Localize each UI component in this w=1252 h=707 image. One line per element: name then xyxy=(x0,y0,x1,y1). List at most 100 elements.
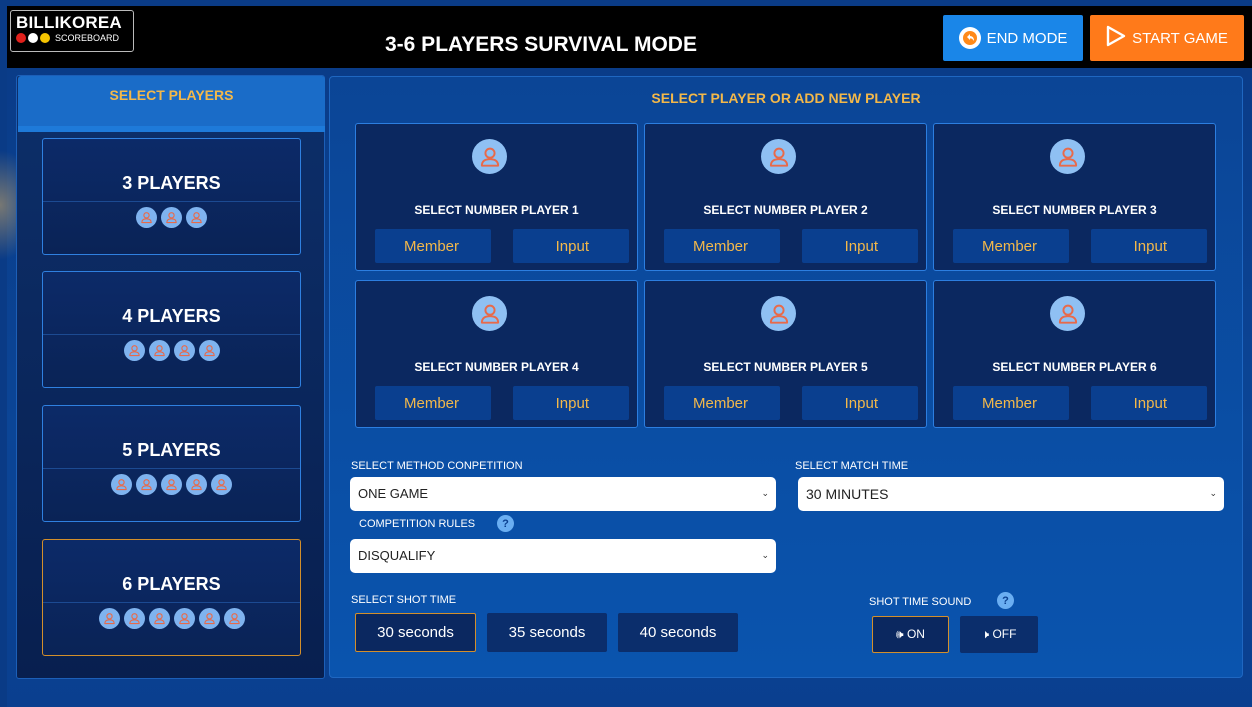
shot-time-35-button[interactable]: 35 seconds xyxy=(487,613,607,652)
member-button[interactable]: Member xyxy=(664,229,780,263)
player-count-title: SELECT PLAYERS xyxy=(109,87,234,103)
user-avatar-icon[interactable] xyxy=(761,139,796,174)
shot-time-40-button[interactable]: 40 seconds xyxy=(618,613,738,652)
player-mini-icon xyxy=(148,608,170,629)
player-mini-icon xyxy=(186,474,207,495)
page-title: 3-6 PLAYERS SURVIVAL MODE xyxy=(385,33,697,56)
logo-dot-yellow xyxy=(40,33,50,43)
divider xyxy=(43,334,300,335)
method-value: ONE GAME xyxy=(358,486,429,501)
member-button[interactable]: Member xyxy=(664,386,780,420)
method-select[interactable]: ONE GAME ⌄ xyxy=(350,477,776,511)
player-mini-icon xyxy=(161,474,182,495)
input-button[interactable]: Input xyxy=(513,229,629,263)
chevron-down-icon: ⌄ xyxy=(761,488,769,498)
method-label: SELECT METHOD CONPETITION xyxy=(351,460,523,472)
rules-label: COMPETITION RULES xyxy=(359,518,476,530)
sound-on-button[interactable]: 🕪 ON xyxy=(872,616,949,653)
logo-row: SCOREBOARD xyxy=(16,33,128,43)
start-game-label: START GAME xyxy=(1132,29,1228,47)
match-time-label: SELECT MATCH TIME xyxy=(795,460,909,472)
logo-text: BILLIKOREA xyxy=(16,13,122,32)
match-time-value: 30 MINUTES xyxy=(806,486,889,502)
player-mini-icon xyxy=(148,340,170,361)
player-mini-icon xyxy=(123,608,145,629)
input-button[interactable]: Input xyxy=(802,386,918,420)
start-game-button[interactable]: START GAME xyxy=(1090,15,1244,61)
player-mini-icon xyxy=(161,207,182,228)
player-mini-icon xyxy=(136,207,157,228)
help-icon[interactable]: ? xyxy=(497,515,514,532)
player-slot-label: SELECT NUMBER PLAYER 6 xyxy=(992,360,1157,374)
input-button[interactable]: Input xyxy=(802,229,918,263)
member-button[interactable]: Member xyxy=(953,229,1069,263)
sound-label: SHOT TIME SOUND xyxy=(869,596,972,608)
player-mini-icon xyxy=(186,207,207,228)
member-button[interactable]: Member xyxy=(375,386,491,420)
play-icon xyxy=(1106,25,1126,51)
chevron-down-icon: ⌄ xyxy=(1209,488,1217,498)
player-mini-icon xyxy=(136,474,157,495)
player-mini-icon xyxy=(198,340,220,361)
speaker-off-icon: 🕨 xyxy=(981,627,990,641)
rules-select[interactable]: DISQUALIFY ⌄ xyxy=(350,539,776,573)
player-count-label: 5 PLAYERS xyxy=(122,440,221,460)
speaker-on-icon: 🕪 xyxy=(896,627,904,641)
player-count-option-6[interactable]: 6 PLAYERS xyxy=(42,539,301,656)
player-icons xyxy=(43,608,300,629)
user-avatar-icon[interactable] xyxy=(761,296,796,331)
sound-off-label: OFF xyxy=(992,627,1017,641)
player-count-label: 6 PLAYERS xyxy=(122,574,221,594)
player-mini-icon xyxy=(123,340,145,361)
player-mini-icon xyxy=(173,340,195,361)
sound-off-button[interactable]: 🕨 OFF xyxy=(960,616,1038,653)
logo-subtext: SCOREBOARD xyxy=(55,33,120,43)
back-arrow-icon xyxy=(958,27,981,49)
user-avatar-icon[interactable] xyxy=(472,296,507,331)
user-avatar-icon[interactable] xyxy=(1050,296,1085,331)
input-button[interactable]: Input xyxy=(513,386,629,420)
player-slot-label: SELECT NUMBER PLAYER 2 xyxy=(703,203,868,217)
player-slot-4: SELECT NUMBER PLAYER 4 Member Input xyxy=(355,280,638,428)
player-mini-icon xyxy=(98,608,120,629)
end-mode-label: END MODE xyxy=(986,29,1068,47)
player-mini-icon xyxy=(223,608,245,629)
player-icons xyxy=(43,207,300,228)
player-slot-6: SELECT NUMBER PLAYER 6 Member Input xyxy=(933,280,1216,428)
player-icons xyxy=(43,340,300,361)
player-setup-title: SELECT PLAYER OR ADD NEW PLAYER xyxy=(651,90,921,106)
player-count-label: 3 PLAYERS xyxy=(122,173,221,193)
member-button[interactable]: Member xyxy=(375,229,491,263)
divider xyxy=(43,602,300,603)
player-slot-5: SELECT NUMBER PLAYER 5 Member Input xyxy=(644,280,927,428)
player-count-label: 4 PLAYERS xyxy=(122,306,221,326)
logo: BILLIKOREA SCOREBOARD xyxy=(10,10,134,52)
player-mini-icon xyxy=(173,608,195,629)
match-time-select[interactable]: 30 MINUTES ⌄ xyxy=(798,477,1224,511)
player-slot-2: SELECT NUMBER PLAYER 2 Member Input xyxy=(644,123,927,271)
user-avatar-icon[interactable] xyxy=(1050,139,1085,174)
player-mini-icon xyxy=(198,608,220,629)
player-slot-label: SELECT NUMBER PLAYER 5 xyxy=(703,360,868,374)
end-mode-button[interactable]: END MODE xyxy=(943,15,1083,61)
input-button[interactable]: Input xyxy=(1091,229,1207,263)
player-count-option-5[interactable]: 5 PLAYERS xyxy=(42,405,301,522)
member-button[interactable]: Member xyxy=(953,386,1069,420)
player-count-option-3[interactable]: 3 PLAYERS xyxy=(42,138,301,255)
player-slot-label: SELECT NUMBER PLAYER 3 xyxy=(992,203,1157,217)
shot-time-label: SELECT SHOT TIME xyxy=(351,594,457,606)
logo-dot-red xyxy=(16,33,26,43)
input-button[interactable]: Input xyxy=(1091,386,1207,420)
player-slot-label: SELECT NUMBER PLAYER 1 xyxy=(414,203,579,217)
player-mini-icon xyxy=(111,474,132,495)
rules-value: DISQUALIFY xyxy=(358,548,436,563)
player-count-option-4[interactable]: 4 PLAYERS xyxy=(42,271,301,388)
player-count-header: SELECT PLAYERS xyxy=(18,76,325,132)
help-icon[interactable]: ? xyxy=(997,592,1014,609)
shot-time-30-button[interactable]: 30 seconds xyxy=(355,613,476,652)
divider xyxy=(43,468,300,469)
logo-dot-white xyxy=(28,33,38,43)
player-slot-label: SELECT NUMBER PLAYER 4 xyxy=(414,360,579,374)
user-avatar-icon[interactable] xyxy=(472,139,507,174)
divider xyxy=(43,201,300,202)
